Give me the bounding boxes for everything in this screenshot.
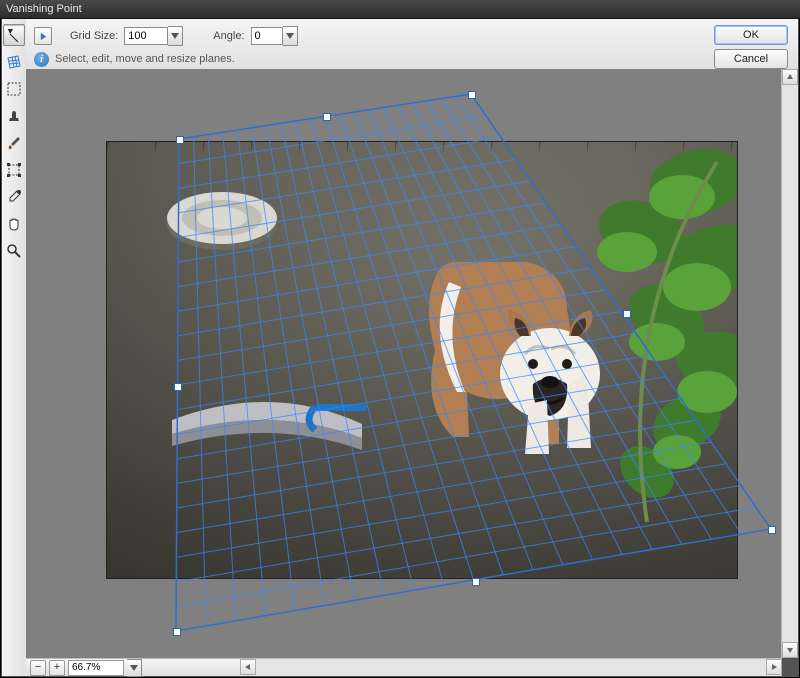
plane-handle[interactable] <box>623 310 631 318</box>
plane-handle[interactable] <box>176 136 184 144</box>
hint-text: Select, edit, move and resize planes. <box>55 53 235 65</box>
grid-size-dropdown[interactable] <box>168 26 183 46</box>
marquee-tool[interactable] <box>3 78 25 100</box>
plane-handle[interactable] <box>472 578 480 586</box>
angle-label: Angle: <box>213 30 244 42</box>
stamp-tool[interactable] <box>3 105 25 127</box>
flyout-menu-button[interactable] <box>34 27 52 45</box>
zoom-out-button[interactable]: − <box>30 660 46 676</box>
hand-tool[interactable] <box>3 213 25 235</box>
cancel-button[interactable]: Cancel <box>714 49 788 69</box>
angle-dropdown[interactable] <box>283 26 298 46</box>
create-plane-tool[interactable] <box>3 51 25 73</box>
vanishing-point-dialog: Vanishing Point <box>0 0 800 678</box>
plane-handle[interactable] <box>174 383 182 391</box>
scroll-right-button[interactable] <box>766 659 782 675</box>
scroll-down-button[interactable] <box>782 642 798 658</box>
info-icon: i <box>34 52 49 67</box>
brush-tool[interactable] <box>3 132 25 154</box>
zoom-bar: − + <box>26 658 248 676</box>
bulldog <box>417 232 617 462</box>
horizontal-scrollbar[interactable] <box>240 658 782 676</box>
window-title: Vanishing Point <box>6 3 82 15</box>
grid-size-input[interactable] <box>124 27 168 45</box>
plane-handle[interactable] <box>323 113 331 121</box>
canvas-area[interactable] <box>26 69 798 658</box>
scroll-up-button[interactable] <box>782 69 798 85</box>
angle-input[interactable] <box>251 27 283 45</box>
options-bar: Grid Size: Angle: i Select, edit, move a… <box>26 19 798 70</box>
titlebar[interactable]: Vanishing Point <box>0 0 800 19</box>
plane-handle[interactable] <box>768 526 776 534</box>
zoom-tool[interactable] <box>3 240 25 262</box>
zoom-dropdown[interactable] <box>127 659 142 677</box>
plane-handle[interactable] <box>173 628 181 636</box>
edit-plane-tool[interactable] <box>3 24 25 46</box>
zoom-in-button[interactable]: + <box>49 660 65 676</box>
hose <box>162 182 292 254</box>
scroll-left-button[interactable] <box>240 659 256 675</box>
tool-strip <box>2 19 27 676</box>
vertical-scrollbar[interactable] <box>781 69 798 658</box>
plane-handle[interactable] <box>468 91 476 99</box>
transform-tool[interactable] <box>3 159 25 181</box>
zoom-input[interactable] <box>68 660 124 676</box>
eyedropper-tool[interactable] <box>3 186 25 208</box>
image[interactable] <box>106 141 738 579</box>
ok-button[interactable]: OK <box>714 25 788 45</box>
pool-brush <box>167 392 377 472</box>
grid-size-label: Grid Size: <box>70 30 118 42</box>
